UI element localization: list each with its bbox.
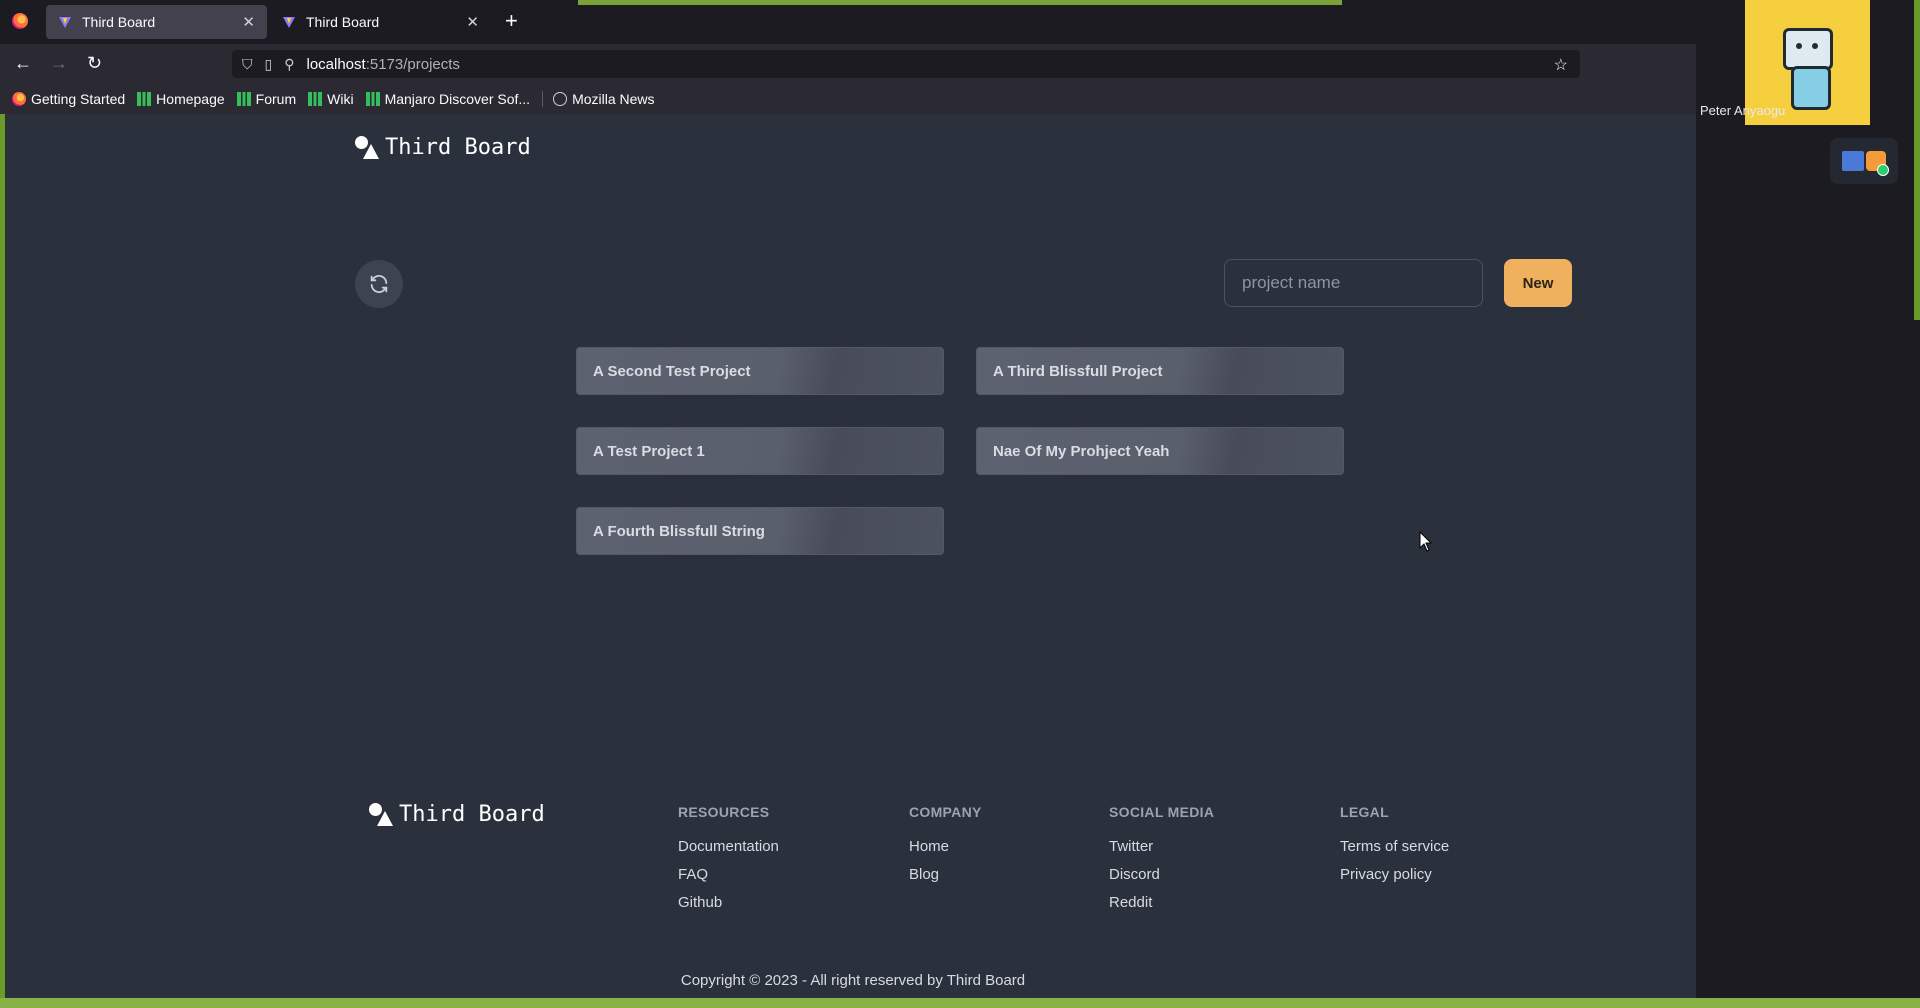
page-icon: ▯ (264, 55, 273, 72)
header-brand[interactable]: Third Board (353, 134, 531, 160)
footer-heading: SOCIAL MEDIA (1109, 804, 1215, 820)
third-board-logo-icon (367, 801, 393, 827)
new-project-button[interactable]: New (1504, 259, 1572, 307)
refresh-icon (370, 275, 388, 293)
footer-column-social-media: SOCIAL MEDIA Twitter Discord Reddit (1109, 804, 1214, 922)
footer-link[interactable]: Home (909, 838, 982, 856)
footer-link[interactable]: Documentation (678, 838, 779, 856)
footer-heading: LEGAL (1340, 804, 1389, 820)
footer-heading: COMPANY (909, 804, 982, 820)
close-tab-icon[interactable]: ✕ (242, 13, 255, 31)
footer-column-company: COMPANY Home Blog (909, 804, 982, 894)
manjaro-icon (308, 92, 323, 106)
manjaro-icon (236, 92, 251, 106)
bookmark-star-icon[interactable]: ☆ (1554, 55, 1568, 75)
url-path: :5173/projects (365, 55, 460, 73)
bookmark-wiki[interactable]: Wiki (308, 91, 354, 107)
bookmark-getting-started[interactable]: Getting Started (12, 91, 125, 107)
footer-link[interactable]: Reddit (1109, 894, 1214, 912)
loading-indicator (578, 0, 1342, 5)
brand-name: Third Board (385, 134, 531, 160)
tab-title: Third Board (306, 14, 380, 30)
refresh-button[interactable] (355, 260, 403, 308)
forward-icon[interactable]: → (50, 53, 68, 73)
globe-icon (553, 92, 568, 106)
firefox-icon[interactable] (12, 13, 28, 29)
browser-window: Third Board ✕ Third Board ✕ + ← → ↻ ⛉ ▯ … (0, 0, 1696, 1008)
bookmark-label: Forum (255, 91, 297, 107)
project-name-input[interactable] (1224, 259, 1483, 307)
bookmarks-bar: Getting Started Homepage Forum Wiki Manj… (0, 84, 1696, 114)
project-card[interactable]: A Fourth Blissfull String (576, 507, 944, 555)
camera-participant-name: Peter Anyaogu (1700, 103, 1786, 118)
third-board-logo-icon (353, 134, 379, 160)
project-card[interactable]: Nae Of My Prohject Yeah (976, 427, 1344, 475)
project-card[interactable]: A Test Project 1 (576, 427, 944, 475)
tab-third-board-1[interactable]: Third Board ✕ (46, 5, 267, 39)
bookmark-separator (542, 91, 544, 107)
footer-link[interactable]: Discord (1109, 866, 1214, 884)
footer-brand[interactable]: Third Board (367, 801, 545, 827)
url-bar[interactable]: ⛉ ▯ ⚲ localhost:5173/projects ☆ (232, 50, 1580, 78)
bookmark-label: Getting Started (31, 91, 126, 107)
url-host: localhost (306, 55, 366, 73)
back-icon[interactable]: ← (14, 53, 32, 73)
robot-illustration-icon (1783, 28, 1833, 70)
bookmark-label: Mozilla News (572, 91, 655, 107)
firefox-icon (12, 92, 26, 106)
bookmark-homepage[interactable]: Homepage (137, 91, 225, 107)
page-content: Third Board New A Second Test Project A … (0, 114, 1696, 998)
footer-copyright: Copyright © 2023 - All right reserved by… (680, 972, 1026, 989)
screen-border-indicator (1914, 0, 1920, 320)
tab-third-board-2[interactable]: Third Board ✕ (270, 5, 491, 39)
footer-link[interactable]: Twitter (1109, 838, 1214, 856)
bookmark-label: Wiki (327, 91, 354, 107)
tab-title: Third Board (82, 14, 156, 30)
manjaro-icon (137, 92, 152, 106)
bookmark-forum[interactable]: Forum (236, 91, 297, 107)
shield-icon[interactable]: ⛉ (242, 56, 253, 73)
footer-column-resources: RESOURCES Documentation FAQ Github (678, 804, 779, 922)
footer-heading: RESOURCES (678, 804, 770, 820)
bookmark-label: Manjaro Discover Sof... (384, 91, 531, 107)
permissions-icon[interactable]: ⚲ (284, 56, 294, 73)
reload-icon[interactable]: ↻ (87, 53, 102, 73)
bookmark-mozilla-news[interactable]: Mozilla News (553, 91, 655, 107)
bookmark-manjaro-discover[interactable]: Manjaro Discover Sof... (365, 91, 531, 107)
project-card[interactable]: A Second Test Project (576, 347, 944, 395)
bookmark-label: Homepage (156, 91, 225, 107)
vite-favicon-icon (59, 17, 71, 28)
footer-link[interactable]: Github (678, 894, 779, 912)
nav-bar: ← → ↻ ⛉ ▯ ⚲ localhost:5173/projects ☆ (0, 44, 1696, 84)
close-tab-icon[interactable]: ✕ (466, 13, 479, 31)
footer-brand-name: Third Board (399, 801, 545, 827)
manjaro-icon (365, 92, 380, 106)
tab-bar: Third Board ✕ Third Board ✕ + (0, 0, 1696, 44)
footer-link[interactable]: Terms of service (1340, 838, 1449, 856)
vite-favicon-icon (283, 17, 295, 28)
footer-link[interactable]: Blog (909, 866, 982, 884)
screen-share-extension-icon[interactable] (1830, 138, 1898, 184)
footer-link[interactable]: Privacy policy (1340, 866, 1449, 884)
screen-border-bottom (0, 998, 1920, 1008)
footer-link[interactable]: FAQ (678, 866, 779, 884)
footer-column-legal: LEGAL Terms of service Privacy policy (1340, 804, 1449, 894)
project-card[interactable]: A Third Blissfull Project (976, 347, 1344, 395)
new-tab-button[interactable]: + (505, 10, 518, 32)
